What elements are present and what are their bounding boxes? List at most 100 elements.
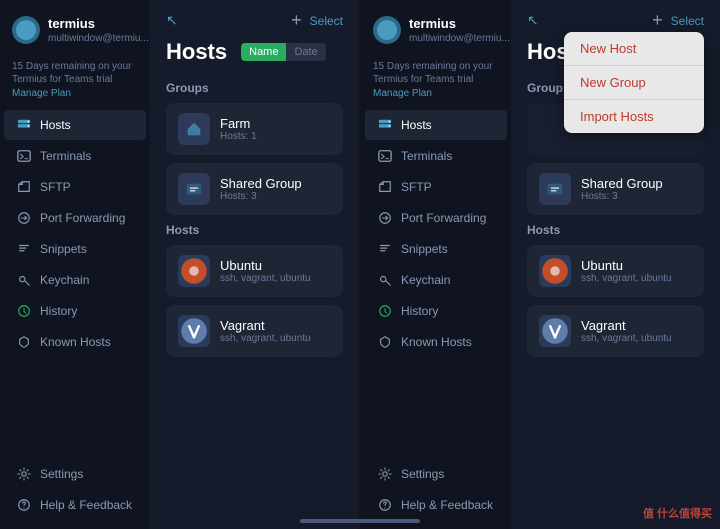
right-host-ubuntu[interactable]: Ubuntu ssh, vagrant, ubuntu [527,245,704,297]
right-group-shared-info: Shared Group Hosts: 3 [581,176,663,202]
right-back-button[interactable]: ↖ [527,12,539,29]
left-keychain-icon [16,272,32,288]
right-port-icon [377,210,393,226]
right-nav-snippets[interactable]: Snippets [365,234,507,264]
left-panel: termius multiwindow@termiu... 15 Days re… [0,0,359,529]
left-sidebar: termius multiwindow@termiu... 15 Days re… [0,0,150,529]
right-nav-hosts[interactable]: Hosts [365,110,507,140]
left-nav-keychain[interactable]: Keychain [4,265,146,295]
left-group-farm[interactable]: Farm Hosts: 1 [166,103,343,155]
left-account-name: termius [48,16,149,31]
left-select-button[interactable]: Select [310,14,343,28]
left-sort-date[interactable]: Date [286,43,325,61]
left-title-row: Hosts Name Date [150,39,359,77]
left-nav-sftp[interactable]: SFTP [4,172,146,202]
right-nav-terminals[interactable]: Terminals [365,141,507,171]
left-nav-help[interactable]: Help & Feedback [4,490,146,520]
right-dropdown-menu: New Host New Group Import Hosts [564,32,704,133]
right-select-button[interactable]: Select [671,14,704,28]
left-host-vagrant-icon [178,315,210,347]
right-page-title: Hos [527,39,569,65]
right-header-actions: + Select [652,10,704,31]
left-avatar-inner [16,20,36,40]
left-nav-terminals[interactable]: Terminals [4,141,146,171]
left-nav-snippets[interactable]: Snippets [4,234,146,264]
left-nav-history-label: History [40,304,77,318]
left-group-shared[interactable]: Shared Group Hosts: 3 [166,163,343,215]
left-nav-settings[interactable]: Settings [4,459,146,489]
left-host-ubuntu[interactable]: Ubuntu ssh, vagrant, ubuntu [166,245,343,297]
left-nav-portforwarding[interactable]: Port Forwarding [4,203,146,233]
left-sidebar-footer: Settings Help & Feedback [0,458,150,529]
left-nav-hosts-label: Hosts [40,118,71,132]
right-content-body: Group Shared Group Hosts: 3 Hosts [511,77,720,529]
right-host-ubuntu-icon [539,255,571,287]
left-nav-knownhosts-label: Known Hosts [40,335,111,349]
right-host-vagrant-icon [539,315,571,347]
right-dropdown-import-hosts[interactable]: Import Hosts [564,100,704,133]
left-settings-icon [16,466,32,482]
right-nav-keychain[interactable]: Keychain [365,265,507,295]
right-account-text: termius multiwindow@termiu... [409,16,510,44]
left-host-vagrant-name: Vagrant [220,318,311,333]
left-host-ubuntu-tags: ssh, vagrant, ubuntu [220,273,311,284]
right-nav-sftp[interactable]: SFTP [365,172,507,202]
left-sort-name[interactable]: Name [241,43,286,61]
right-nav-history[interactable]: History [365,296,507,326]
watermark: 值 什么值得买 [643,505,712,521]
right-dropdown-new-group[interactable]: New Group [564,66,704,100]
right-history-icon [377,303,393,319]
right-group-shared[interactable]: Shared Group Hosts: 3 [527,163,704,215]
right-host-vagrant-info: Vagrant ssh, vagrant, ubuntu [581,318,672,344]
right-manage-plan[interactable]: Manage Plan [361,88,511,109]
scroll-indicator [300,519,420,523]
left-back-button[interactable]: ↖ [166,12,178,29]
right-help-icon [377,497,393,513]
right-host-ubuntu-info: Ubuntu ssh, vagrant, ubuntu [581,258,672,284]
right-nav: Hosts Terminals SFTP [361,109,511,458]
right-sidebar: termius multiwindow@termiu... 15 Days re… [361,0,511,529]
left-group-shared-hosts: Hosts: 3 [220,191,302,202]
right-nav-knownhosts-label: Known Hosts [401,335,472,349]
left-add-button[interactable]: + [291,10,302,31]
right-group-shared-hosts: Hosts: 3 [581,191,663,202]
left-terminals-icon [16,148,32,164]
right-group-shared-icon [539,173,571,205]
right-nav-settings[interactable]: Settings [365,459,507,489]
left-nav-knownhosts[interactable]: Known Hosts [4,327,146,357]
left-groups-title: Groups [166,81,343,95]
right-settings-icon [377,466,393,482]
right-knownhosts-icon [377,334,393,350]
left-group-shared-icon [178,173,210,205]
right-account-info: termius multiwindow@termiu... [373,16,499,44]
right-account-email: multiwindow@termiu... [409,33,510,44]
left-manage-plan[interactable]: Manage Plan [0,88,150,109]
left-knownhosts-icon [16,334,32,350]
right-host-vagrant[interactable]: Vagrant ssh, vagrant, ubuntu [527,305,704,357]
left-main-content: ↖ + Select Hosts Name Date Groups [150,0,359,529]
left-account-header: termius multiwindow@termiu... [0,8,150,56]
left-nav-help-label: Help & Feedback [40,498,132,512]
right-keychain-icon [377,272,393,288]
right-nav-knownhosts[interactable]: Known Hosts [365,327,507,357]
left-nav-hosts[interactable]: Hosts [4,110,146,140]
left-content-body: Groups Farm Hosts: 1 Shared Group [150,77,359,529]
left-account-email: multiwindow@termiu... [48,33,149,44]
right-account-name: termius [409,16,510,31]
left-page-title: Hosts [166,39,227,65]
right-host-ubuntu-tags: ssh, vagrant, ubuntu [581,273,672,284]
right-nav-portforwarding[interactable]: Port Forwarding [365,203,507,233]
right-nav-help[interactable]: Help & Feedback [365,490,507,520]
left-history-icon [16,303,32,319]
left-group-farm-info: Farm Hosts: 1 [220,116,257,142]
right-host-vagrant-tags: ssh, vagrant, ubuntu [581,333,672,344]
right-dropdown-new-host[interactable]: New Host [564,32,704,66]
left-sort-buttons: Name Date [241,43,326,61]
right-account-header: termius multiwindow@termiu... [361,8,511,56]
left-host-vagrant[interactable]: Vagrant ssh, vagrant, ubuntu [166,305,343,357]
left-nav-history[interactable]: History [4,296,146,326]
right-add-button[interactable]: + [652,10,663,31]
left-nav-terminals-label: Terminals [40,149,91,163]
right-trial-text: 15 Days remaining on your Termius for Te… [361,56,511,88]
left-host-ubuntu-info: Ubuntu ssh, vagrant, ubuntu [220,258,311,284]
